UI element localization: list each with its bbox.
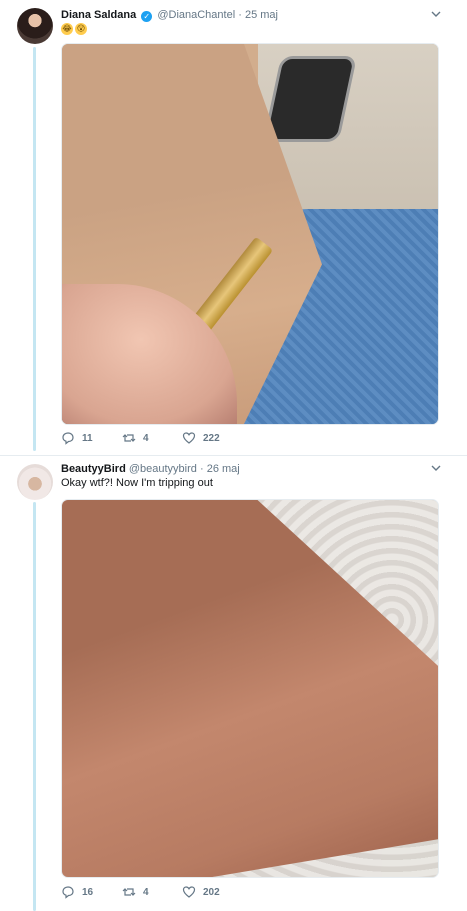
reply-count: 16 — [82, 886, 94, 898]
handle[interactable]: @DianaChantel — [157, 9, 235, 21]
reply-icon — [62, 432, 74, 445]
timestamp[interactable]: 25 maj — [245, 9, 278, 21]
timestamp[interactable]: 26 maj — [207, 463, 240, 475]
tweet-text: 😂 😮 — [61, 21, 89, 35]
display-name[interactable]: BeautyyBird — [61, 463, 126, 475]
display-name[interactable]: Diana Saldana — [61, 9, 136, 21]
separator: · — [238, 9, 242, 21]
tweet-header: BeautyyBird @beautyybird · 26 maj — [61, 461, 447, 477]
tweet-actions: 16 4 202 — [61, 885, 437, 903]
like-count: 222 — [203, 432, 220, 444]
retweet-icon — [122, 888, 136, 896]
chevron-down-icon[interactable] — [431, 463, 441, 473]
like-count: 202 — [203, 886, 220, 898]
chevron-down-icon[interactable] — [431, 9, 441, 19]
retweet-button[interactable]: 4 — [122, 431, 149, 445]
reply-button[interactable]: 16 — [61, 885, 93, 899]
tweet-image[interactable] — [61, 499, 439, 878]
reply-icon — [62, 886, 74, 899]
avatar[interactable] — [17, 8, 53, 44]
retweet-count: 4 — [143, 886, 149, 898]
like-icon — [182, 432, 196, 444]
reply-count: 11 — [82, 432, 93, 444]
verified-badge-icon: ✓ — [141, 11, 153, 22]
emoji-tears-of-joy-icon: 😂 — [61, 23, 73, 35]
like-icon — [182, 886, 196, 898]
tweet-actions: 11 4 222 — [61, 431, 437, 449]
retweet-button[interactable]: 4 — [122, 885, 149, 899]
reply-button[interactable]: 11 — [61, 431, 93, 445]
tweet-header: Diana Saldana ✓ @DianaChantel · 25 maj — [61, 7, 447, 23]
like-button[interactable]: 202 — [182, 885, 220, 899]
separator: · — [199, 463, 204, 475]
tweet[interactable]: BeautyyBird @beautyybird · 26 maj Okay w… — [0, 455, 467, 911]
handle[interactable]: @beautyybird — [129, 463, 197, 475]
tweet-text: Okay wtf?! Now I'm tripping out — [61, 477, 213, 489]
retweet-count: 4 — [143, 432, 149, 444]
like-button[interactable]: 222 — [182, 431, 220, 445]
avatar[interactable] — [17, 464, 53, 500]
tweet-image[interactable] — [61, 43, 439, 425]
retweet-icon — [122, 434, 136, 442]
tweet[interactable]: Diana Saldana ✓ @DianaChantel · 25 maj 😂… — [0, 0, 467, 456]
emoji-astonished-icon: 😮 — [75, 23, 87, 35]
